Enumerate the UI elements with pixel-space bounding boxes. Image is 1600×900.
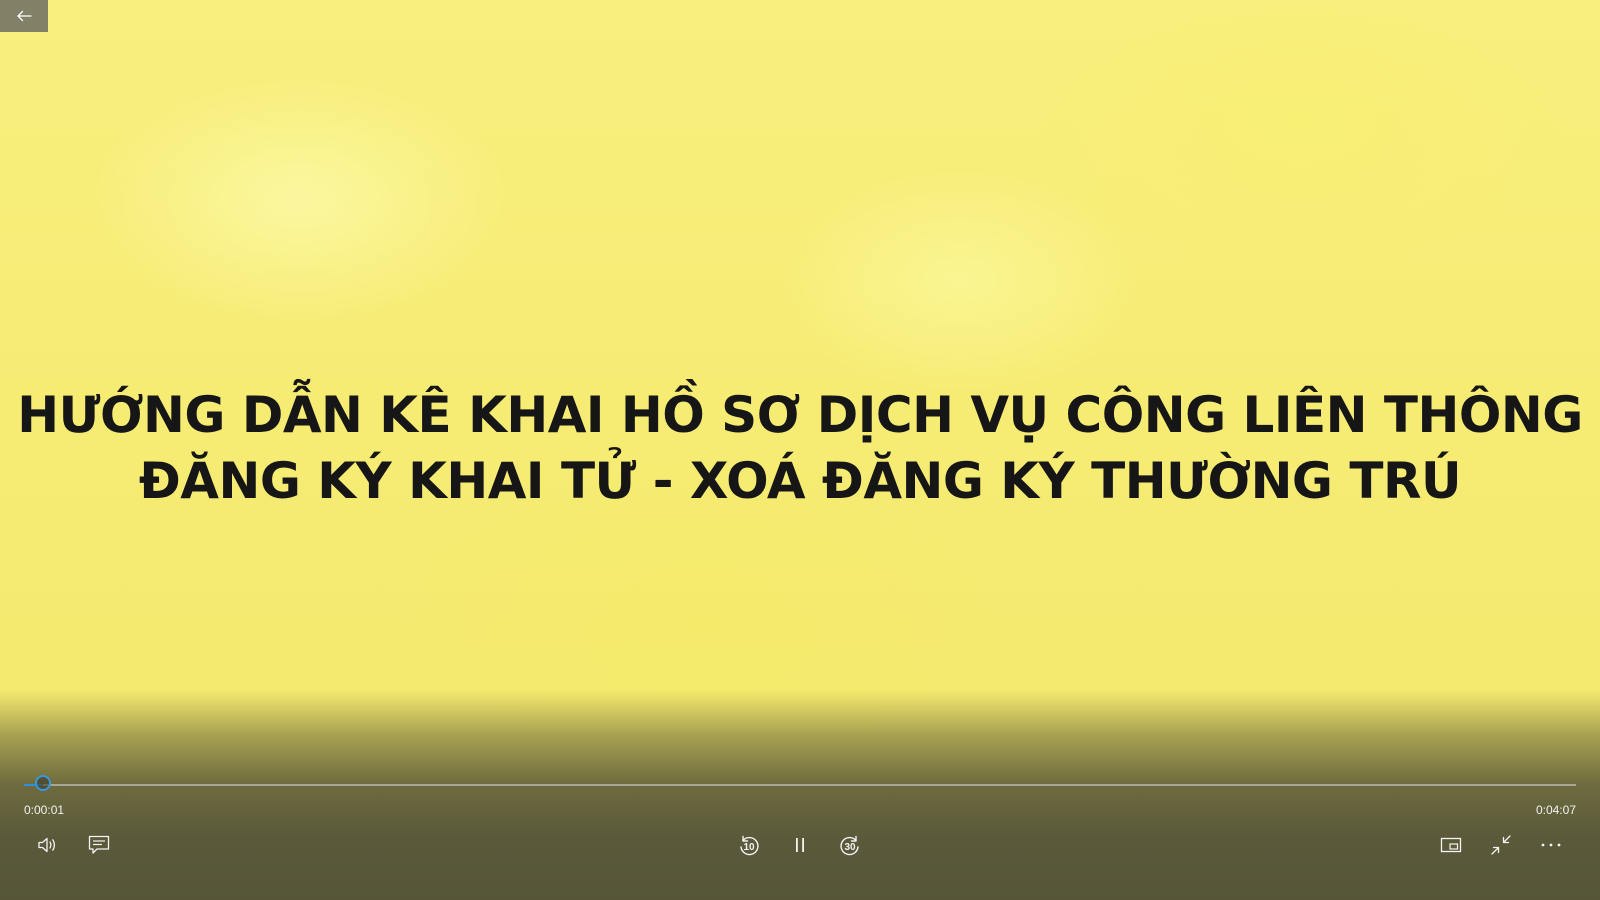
video-player: HƯỚNG DẪN KÊ KHAI HỒ SƠ DỊCH VỤ CÔNG LIÊ… [0,0,1600,900]
elapsed-time: 0:00:01 [24,803,65,817]
seek-track [24,784,1576,786]
pause-icon [796,838,804,852]
video-title-line-1: HƯỚNG DẪN KÊ KHAI HỒ SƠ DỊCH VỤ CÔNG LIÊ… [17,386,1583,444]
subtitles-icon [88,835,110,854]
mini-view-button[interactable] [1433,829,1469,861]
mini-view-icon [1440,837,1462,853]
video-title: HƯỚNG DẪN KÊ KHAI HỒ SƠ DỊCH VỤ CÔNG LIÊ… [0,382,1600,514]
skip-forward-button[interactable]: 30 [832,829,868,861]
total-duration: 0:04:07 [1535,803,1576,817]
volume-button[interactable] [30,829,66,861]
arrow-left-icon [17,10,32,22]
seek-thumb[interactable] [34,775,51,791]
skip-back-seconds: 10 [743,842,755,853]
seek-bar[interactable] [24,775,1576,792]
subtitles-button[interactable] [81,829,117,861]
exit-fullscreen-button[interactable] [1483,829,1519,861]
back-button[interactable] [0,0,48,32]
video-title-line-2: ĐĂNG KÝ KHAI TỬ - XOÁ ĐĂNG KÝ THƯỜNG TRÚ [138,452,1462,510]
skip-back-button[interactable]: 10 [731,829,767,861]
volume-icon [38,837,56,853]
exit-fullscreen-icon [1491,835,1511,855]
controls-overlay [0,690,1600,900]
skip-forward-seconds: 30 [844,842,856,853]
more-options-icon [1541,843,1561,847]
more-options-button[interactable] [1533,829,1569,861]
pause-button[interactable] [782,829,818,861]
